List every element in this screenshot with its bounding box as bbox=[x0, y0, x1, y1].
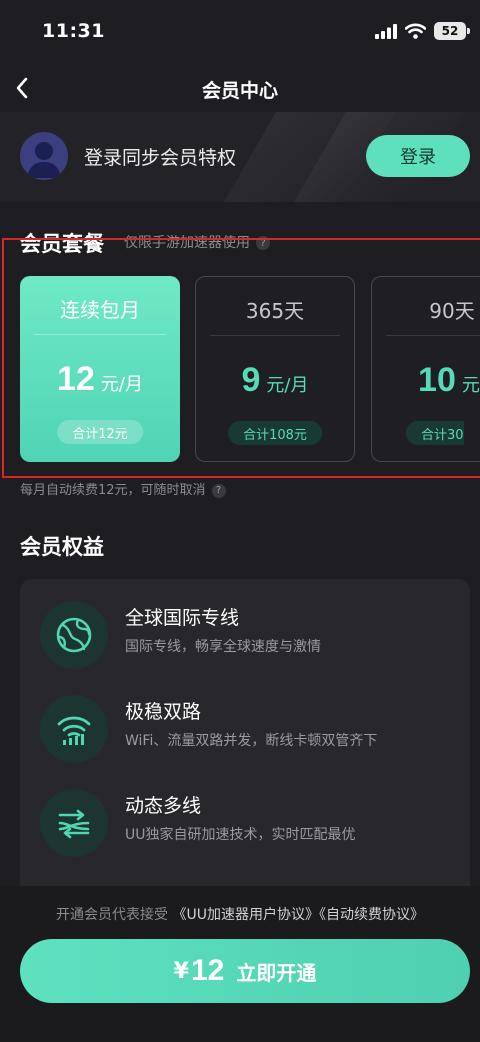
plan-name: 90天 bbox=[429, 299, 475, 323]
nav-bar: 会员中心 bbox=[0, 64, 480, 112]
plan-total-badge: 合计108元 bbox=[228, 421, 322, 445]
status-time: 11:31 bbox=[42, 20, 105, 42]
battery-icon: 52 bbox=[434, 22, 470, 40]
multi-line-arrows-icon bbox=[40, 789, 108, 857]
cta-label: 立即开通 bbox=[236, 960, 317, 985]
plan-price: 12 元/月 bbox=[20, 360, 180, 399]
plan-price-value: 10 bbox=[418, 361, 456, 399]
benefit-title: 动态多线 bbox=[125, 795, 202, 817]
plan-price-value: 12 bbox=[57, 360, 95, 398]
globe-icon bbox=[40, 601, 108, 669]
status-icons: 52 bbox=[375, 22, 470, 40]
benefit-description: 国际专线，畅享全球速度与激情 bbox=[125, 639, 321, 655]
subscribe-button[interactable]: ¥ 12 立即开通 bbox=[20, 939, 470, 1003]
help-icon[interactable]: ? bbox=[211, 483, 226, 498]
plan-divider bbox=[386, 335, 480, 336]
benefit-item: 动态多线 UU独家自研加速技术，实时匹配最优 bbox=[20, 789, 470, 869]
wifi-icon bbox=[405, 23, 426, 39]
agreement-line: 开通会员代表接受 《UU加速器用户协议》《自动续费协议》 bbox=[0, 904, 480, 924]
benefit-item: 极稳双路 WiFi、流量双路并发，断线卡顿双管齐下 bbox=[20, 695, 470, 775]
wifi-dual-icon bbox=[40, 695, 108, 763]
status-bar: 11:31 52 bbox=[0, 0, 480, 64]
login-prompt: 登录同步会员特权 bbox=[84, 147, 237, 169]
plan-name: 365天 bbox=[245, 299, 305, 323]
plan-total-badge: 合计12元 bbox=[57, 420, 143, 444]
benefit-item: 全球国际专线 国际专线，畅享全球速度与激情 bbox=[20, 601, 470, 681]
plan-card-90-days[interactable]: 90天 10元/ 合计30 bbox=[371, 276, 480, 462]
plan-price: 10元/ bbox=[372, 361, 480, 400]
plan-card-monthly[interactable]: 连续包月 12 元/月 合计12元 bbox=[20, 276, 180, 462]
plan-price-unit: 元/ bbox=[461, 375, 480, 396]
plan-divider bbox=[34, 334, 166, 335]
plan-price: 9 元/月 bbox=[196, 361, 354, 400]
benefits-section-title: 会员权益 bbox=[20, 535, 104, 559]
plan-price-unit: 元/月 bbox=[266, 375, 309, 396]
auto-renew-agreement-link[interactable]: 《自动续费协议》 bbox=[319, 907, 424, 923]
plan-divider bbox=[210, 335, 340, 336]
user-agreement-link[interactable]: 《UU加速器用户协议》 bbox=[172, 907, 319, 923]
benefit-description: WiFi、流量双路并发，断线卡顿双管齐下 bbox=[125, 733, 378, 749]
page-title: 会员中心 bbox=[201, 80, 278, 102]
auto-renew-note: 每月自动续费12元，可随时取消? bbox=[20, 479, 226, 498]
benefits-panel: 全球国际专线 国际专线，畅享全球速度与激情 极稳双路 WiFi、流量双路并发，断… bbox=[20, 579, 470, 919]
benefit-title: 极稳双路 bbox=[125, 701, 202, 723]
user-silhouette-icon bbox=[27, 142, 61, 178]
avatar[interactable] bbox=[20, 132, 68, 180]
login-banner: 登录同步会员特权 登录 bbox=[0, 112, 480, 202]
auto-renew-text: 每月自动续费12元，可随时取消 bbox=[20, 483, 206, 498]
cellular-signal-icon bbox=[375, 23, 397, 39]
benefit-title: 全球国际专线 bbox=[125, 607, 240, 629]
currency-symbol: ¥ bbox=[173, 958, 189, 984]
plan-price-unit: 元/月 bbox=[100, 374, 143, 395]
plan-total-badge: 合计30 bbox=[406, 421, 464, 445]
cta-price: 12 bbox=[190, 954, 225, 987]
plan-card-365-days[interactable]: 365天 9 元/月 合计108元 bbox=[195, 276, 355, 462]
plan-price-value: 9 bbox=[241, 361, 261, 399]
login-button[interactable]: 登录 bbox=[366, 135, 470, 177]
purchase-footer: 开通会员代表接受 《UU加速器用户协议》《自动续费协议》 ¥ 12 立即开通 bbox=[0, 886, 480, 1042]
battery-level: 52 bbox=[441, 24, 459, 38]
plan-name: 连续包月 bbox=[60, 298, 140, 322]
benefit-description: UU独家自研加速技术，实时匹配最优 bbox=[125, 827, 356, 843]
agreement-prefix: 开通会员代表接受 bbox=[56, 907, 169, 923]
